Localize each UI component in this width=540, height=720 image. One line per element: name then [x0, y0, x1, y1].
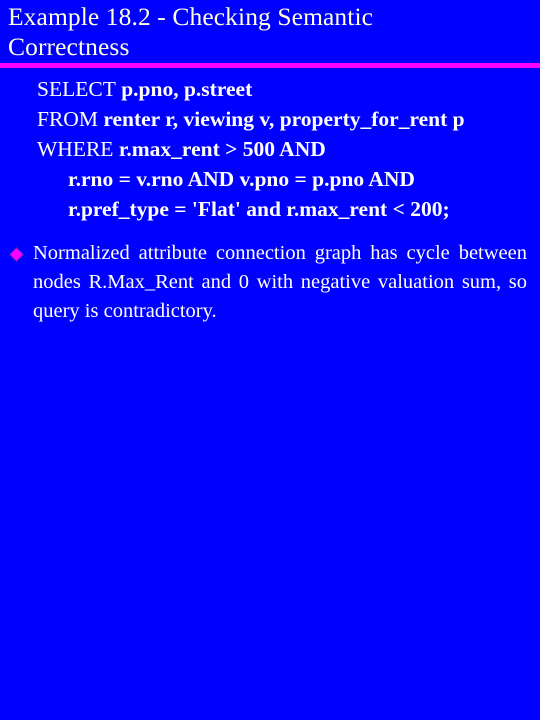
bullet-list-item: Normalized attribute connection graph ha…	[0, 239, 540, 326]
sql-line-where-rest: r.max_rent > 500 AND	[113, 137, 326, 161]
sql-keyword-select: SELECT	[37, 77, 116, 101]
sql-line-from: FROM renter r, viewing v, property_for_r…	[37, 104, 536, 134]
sql-line-join-conditions: r.rno = v.rno AND v.pno = p.pno AND	[68, 167, 415, 191]
sql-keyword-where: WHERE	[37, 137, 114, 161]
sql-code-block: SELECT p.pno, p.street FROM renter r, vi…	[0, 74, 540, 224]
bullet-text: Normalized attribute connection graph ha…	[33, 239, 527, 326]
title-divider-rule	[0, 63, 540, 68]
sql-keyword-from: FROM	[37, 107, 98, 131]
slide-body: SELECT p.pno, p.street FROM renter r, vi…	[0, 74, 540, 326]
slide-title-line-2: Correctness	[8, 32, 130, 61]
sql-line-select-rest: p.pno, p.street	[115, 77, 253, 101]
sql-line-where: WHERE r.max_rent > 500 AND	[37, 134, 536, 164]
slide: Example 18.2 - Checking Semantic Correct…	[0, 0, 540, 720]
sql-line-predicate-conditions: r.pref_type = 'Flat' and r.max_rent < 20…	[68, 197, 450, 221]
diamond-bullet-icon	[10, 248, 23, 261]
slide-title-line-1: Example 18.2 - Checking Semantic	[8, 2, 374, 31]
sql-line-select: SELECT p.pno, p.street	[37, 74, 536, 104]
sql-line-from-rest: renter r, viewing v, property_for_rent p	[97, 107, 465, 131]
slide-title: Example 18.2 - Checking Semantic Correct…	[0, 0, 540, 62]
